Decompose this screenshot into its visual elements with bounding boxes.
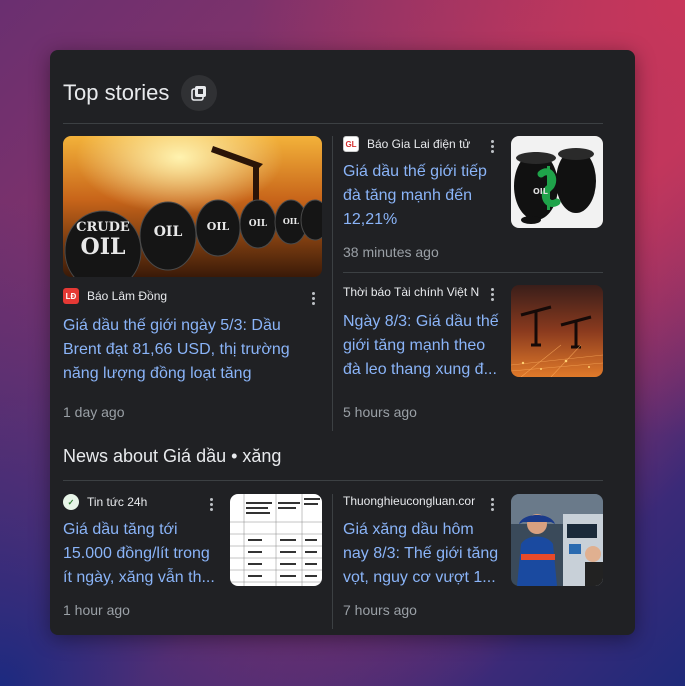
story-1-more-icon[interactable] (307, 289, 319, 307)
oil-pumpjacks-image (511, 285, 603, 377)
story-3-headline[interactable]: Ngày 8/3: Giá dầu thế giới tăng mạnh the… (343, 310, 503, 382)
story-3-source[interactable]: Thời báo Tài chính Việt N (343, 285, 483, 299)
svg-text:OIL: OIL (154, 224, 183, 240)
header-divider (63, 123, 603, 124)
story-5-source[interactable]: Thuonghieucongluan.cor (343, 494, 483, 508)
section-divider (63, 480, 603, 481)
story-3-source-name: Thời báo Tài chính Việt N (343, 285, 480, 299)
top-stories-title: Top stories (63, 80, 170, 105)
oil-barrels-dollar-image: OIL (511, 136, 603, 228)
story-4-more-icon[interactable] (205, 495, 217, 513)
story-2-headline[interactable]: Giá dầu thế giới tiếp đà tăng mạnh đến 1… (343, 160, 503, 232)
story-2-time: 38 minutes ago (343, 244, 439, 260)
gas-station-worker-image (511, 494, 603, 586)
svg-text:OIL: OIL (207, 220, 230, 233)
story-2-source-name: Báo Gia Lai điện tử (367, 137, 471, 151)
story-1-image-text-2: OIL (81, 234, 126, 260)
story-1-source[interactable]: LĐ Báo Lâm Đồng (63, 288, 303, 304)
column-divider-bottom (332, 494, 333, 629)
story-2-favicon: GL (343, 136, 359, 152)
news-about-title: News about Giá dầu • xăng (63, 446, 282, 466)
story-4-source-name: Tin tức 24h (87, 495, 148, 509)
story-1-thumbnail[interactable]: CRUDE OIL OIL OIL OIL OIL (63, 136, 322, 277)
story-2-more-icon[interactable] (486, 137, 498, 155)
story-1-favicon: LĐ (63, 288, 79, 304)
story-2-source[interactable]: GL Báo Gia Lai điện tử (343, 136, 483, 152)
svg-text:OIL: OIL (283, 216, 300, 226)
svg-text:OIL: OIL (249, 219, 268, 229)
story-4-time: 1 hour ago (63, 602, 130, 618)
story-4-thumbnail[interactable] (230, 494, 322, 586)
story-3-more-icon[interactable] (486, 285, 498, 303)
story-3-thumbnail[interactable] (511, 285, 603, 377)
story-1-time: 1 day ago (63, 404, 125, 420)
story-5-headline[interactable]: Giá xăng dầu hôm nay 8/3: Thế giới tăng … (343, 518, 503, 590)
story-1-image-text-1: CRUDE (76, 220, 130, 235)
top-stories-card: Top stories CRUDE OIL OIL OIL OIL OIL LĐ… (50, 50, 635, 635)
crude-oil-barrels-image: CRUDE OIL OIL OIL OIL OIL (63, 136, 322, 277)
story-1-source-name: Báo Lâm Đồng (87, 289, 168, 303)
story-5-more-icon[interactable] (486, 495, 498, 513)
story-3-time: 5 hours ago (343, 404, 417, 420)
top-stories-header: Top stories (63, 75, 218, 111)
view-collection-icon (191, 86, 207, 101)
story-1-headline[interactable]: Giá dầu thế giới ngày 5/3: Dầu Brent đạt… (63, 314, 313, 386)
story-2-thumbnail[interactable]: OIL (511, 136, 603, 228)
story-4-headline[interactable]: Giá dầu tăng tới 15.000 đồng/lít trong í… (63, 518, 221, 590)
story-5-time: 7 hours ago (343, 602, 417, 618)
story-2-image-text: OIL (533, 187, 548, 196)
fuel-price-table-image (230, 494, 322, 586)
story-2-divider (343, 272, 603, 273)
story-5-source-name: Thuonghieucongluan.cor (343, 494, 476, 508)
story-4-favicon: ✓ (63, 494, 79, 510)
column-divider-top (332, 136, 333, 431)
story-5-thumbnail[interactable] (511, 494, 603, 586)
view-collection-button[interactable] (181, 75, 218, 111)
story-4-source[interactable]: ✓ Tin tức 24h (63, 494, 203, 510)
